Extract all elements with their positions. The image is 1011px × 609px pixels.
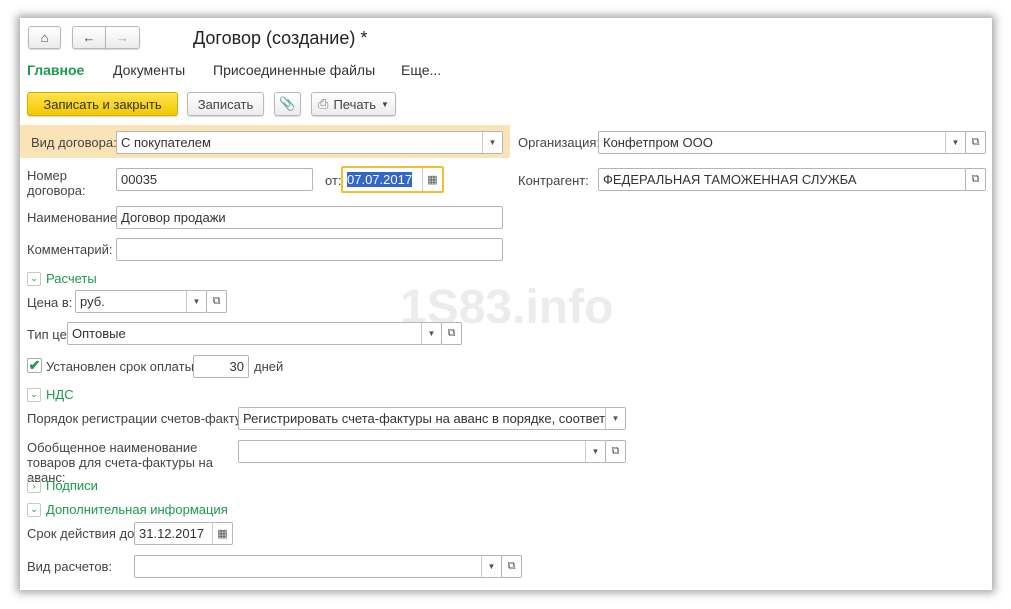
dropdown-icon[interactable]: ▼ — [421, 323, 441, 344]
payment-term-days-field[interactable]: 30 — [193, 355, 249, 378]
tab-more[interactable]: Еще... — [401, 62, 441, 78]
chevron-down-icon: ▼ — [381, 99, 389, 109]
tab-main[interactable]: Главное — [27, 62, 84, 78]
group-title: Подписи — [46, 478, 98, 493]
comment-field[interactable] — [116, 238, 503, 261]
date-value: 07.07.2017 — [347, 172, 413, 187]
group-vat[interactable]: ⌄ НДС — [27, 387, 74, 402]
comment-label: Комментарий: — [27, 242, 113, 257]
paperclip-icon: 📎 — [279, 96, 296, 111]
chevron-down-icon: ⌄ — [27, 271, 41, 286]
group-title: Расчеты — [46, 271, 97, 286]
open-icon[interactable]: ⧉ — [965, 168, 986, 191]
home-button[interactable]: ⌂ — [28, 26, 61, 49]
arrow-right-icon: → — [116, 30, 129, 45]
group-payments[interactable]: ⌄ Расчеты — [27, 271, 97, 286]
dropdown-icon[interactable]: ▼ — [186, 291, 206, 312]
contract-type-value: С покупателем — [121, 135, 211, 150]
group-signatures[interactable]: › Подписи — [27, 478, 98, 493]
calendar-icon[interactable]: ▦ — [422, 168, 442, 191]
open-icon[interactable]: ⧉ — [605, 440, 626, 463]
dropdown-icon[interactable]: ▼ — [585, 441, 605, 462]
org-value: Конфетпром ООО — [603, 135, 713, 150]
attach-button[interactable]: 📎 — [274, 92, 301, 116]
print-button[interactable]: ⎙ Печать ▼ — [311, 92, 396, 116]
group-title: НДС — [46, 387, 74, 402]
invoice-order-value: Регистрировать счета-фактуры на аванс в … — [243, 411, 626, 426]
number-label: Номер договора: — [27, 168, 86, 198]
days-label: дней — [254, 359, 284, 374]
dropdown-icon[interactable]: ▼ — [605, 408, 625, 429]
save-button[interactable]: Записать — [187, 92, 264, 116]
name-label: Наименование: — [27, 210, 121, 225]
date-label: от: — [325, 173, 342, 188]
invoice-order-label: Порядок регистрации счетов-фактур: — [27, 411, 253, 426]
print-label: Печать — [333, 96, 377, 112]
payment-term-label: Установлен срок оплаты — [46, 359, 194, 374]
chevron-down-icon: ⌄ — [27, 502, 41, 517]
org-label: Организация: — [518, 135, 601, 150]
contract-type-label: Вид договора: — [31, 135, 117, 150]
dropdown-icon[interactable]: ▼ — [945, 132, 965, 153]
settlement-type-label: Вид расчетов: — [27, 559, 113, 574]
group-extra[interactable]: ⌄ Дополнительная информация — [27, 502, 228, 517]
date-field[interactable]: 07.07.2017 ▦ — [341, 166, 444, 193]
settlement-type-field[interactable]: ▼ — [134, 555, 502, 578]
calendar-icon[interactable]: ▦ — [212, 523, 232, 544]
valid-until-value: 31.12.2017 — [139, 526, 205, 541]
name-field[interactable]: Договор продажи — [116, 206, 503, 229]
page-title: Договор (создание) * — [193, 28, 368, 48]
counterparty-label: Контрагент: — [518, 173, 589, 188]
arrow-left-icon: ← — [82, 30, 96, 45]
forward-button[interactable]: → — [105, 26, 140, 49]
back-button[interactable]: ← — [72, 26, 106, 49]
currency-field[interactable]: руб. ▼ — [75, 290, 207, 313]
currency-value: руб. — [80, 294, 105, 309]
currency-label: Цена в: — [27, 295, 73, 310]
org-field[interactable]: Конфетпром ООО ▼ — [598, 131, 966, 154]
open-icon[interactable]: ⧉ — [965, 131, 986, 154]
generic-name-field[interactable]: ▼ — [238, 440, 606, 463]
open-icon[interactable]: ⧉ — [206, 290, 227, 313]
counterparty-field[interactable]: ФЕДЕРАЛЬНАЯ ТАМОЖЕННАЯ СЛУЖБА — [598, 168, 966, 191]
number-field[interactable]: 00035 — [116, 168, 313, 191]
price-type-field[interactable]: Оптовые ▼ — [67, 322, 442, 345]
dropdown-icon[interactable]: ▼ — [481, 556, 501, 577]
invoice-order-field[interactable]: Регистрировать счета-фактуры на аванс в … — [238, 407, 626, 430]
valid-until-field[interactable]: 31.12.2017 ▦ — [134, 522, 233, 545]
chevron-down-icon: ⌄ — [27, 387, 41, 402]
tab-attached-files[interactable]: Присоединенные файлы — [213, 62, 375, 78]
open-icon[interactable]: ⧉ — [441, 322, 462, 345]
printer-icon: ⎙ — [318, 96, 329, 111]
price-type-value: Оптовые — [72, 326, 126, 341]
valid-until-label: Срок действия до: — [27, 526, 138, 541]
open-icon[interactable]: ⧉ — [501, 555, 522, 578]
dropdown-icon[interactable]: ▼ — [482, 132, 502, 153]
payment-term-checkbox[interactable]: ✔ — [27, 358, 42, 373]
group-title: Дополнительная информация — [46, 502, 228, 517]
contract-type-field[interactable]: С покупателем ▼ — [116, 131, 503, 154]
tab-documents[interactable]: Документы — [113, 62, 185, 78]
chevron-right-icon: › — [27, 478, 41, 493]
save-close-button[interactable]: Записать и закрыть — [27, 92, 178, 116]
home-icon: ⌂ — [40, 30, 49, 45]
